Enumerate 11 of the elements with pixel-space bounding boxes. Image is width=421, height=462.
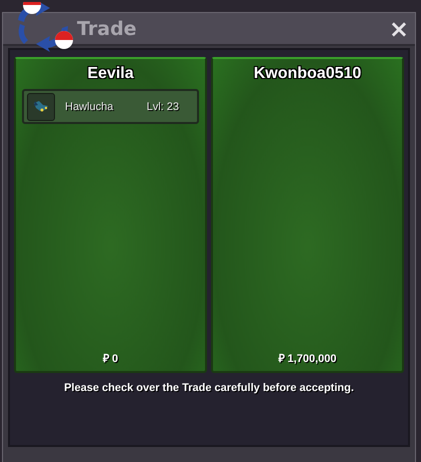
pokemon-slot[interactable]: Hawlucha Lvl: 23 xyxy=(22,89,199,124)
close-button[interactable]: × xyxy=(386,16,411,40)
money-amount: ₽ 1,700,000 xyxy=(278,352,336,365)
trader-name: Eevila xyxy=(87,65,134,83)
pokemon-sprite-icon xyxy=(27,92,55,120)
pokemon-level: Lvl: 23 xyxy=(146,100,179,112)
notice-text: Please check over the Trade carefully before accepting. xyxy=(63,382,355,394)
pokemon-name: Hawlucha xyxy=(65,100,114,112)
money-amount: ₽ 0 xyxy=(102,352,118,365)
window-title: Trade xyxy=(77,18,137,40)
trader-name: Kwonboa0510 xyxy=(254,65,362,83)
